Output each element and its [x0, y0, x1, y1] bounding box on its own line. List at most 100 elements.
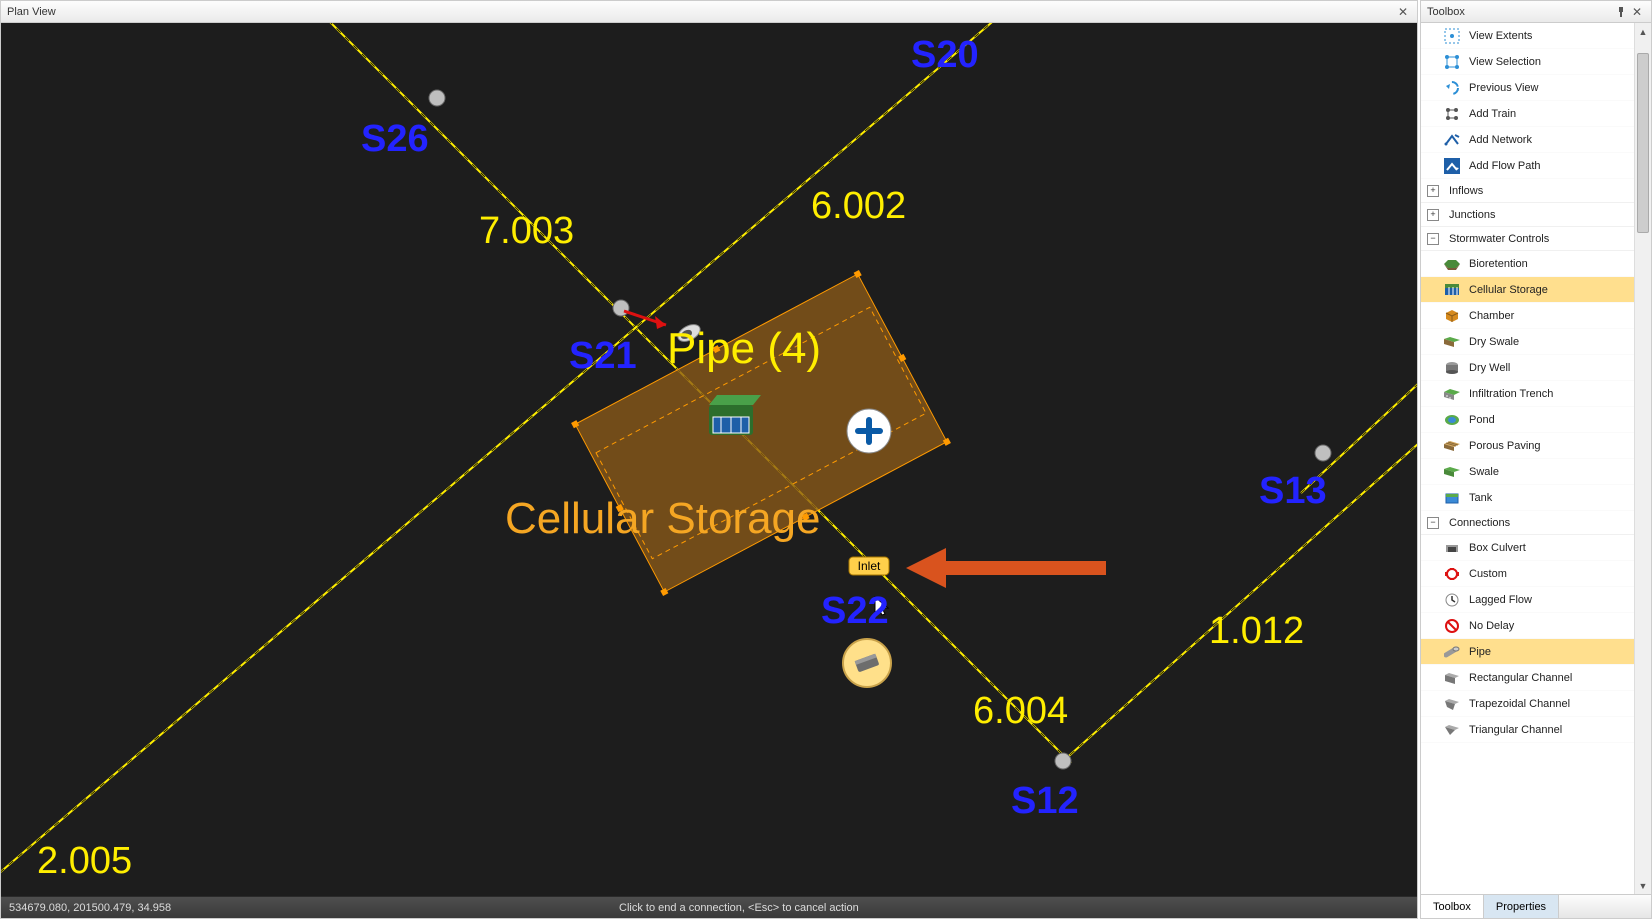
toolbox-item-view-extents[interactable]: View Extents [1421, 23, 1634, 49]
item-label: Rectangular Channel [1469, 672, 1572, 684]
add-network-icon [1443, 131, 1461, 149]
toolbox-item-previous-view[interactable]: Previous View [1421, 75, 1634, 101]
label-2005: 2.005 [37, 840, 132, 882]
swc-pond[interactable]: Pond [1421, 407, 1634, 433]
item-label: Add Network [1469, 134, 1532, 146]
scroll-up-icon[interactable]: ▲ [1635, 23, 1651, 40]
swc-swale[interactable]: Swale [1421, 459, 1634, 485]
scroll-thumb[interactable] [1637, 53, 1649, 233]
swc-cellular-storage[interactable]: Cellular Storage [1421, 277, 1634, 303]
tab-label: Toolbox [1433, 901, 1471, 913]
toolbox-title: Toolbox [1427, 6, 1613, 18]
group-label: Junctions [1449, 209, 1495, 221]
svg-text:Inlet: Inlet [858, 559, 881, 573]
toolbox-item-add-train[interactable]: Add Train [1421, 101, 1634, 127]
swc-dry-swale[interactable]: Dry Swale [1421, 329, 1634, 355]
tab-properties[interactable]: Properties [1484, 895, 1559, 918]
toolbox-pin-button[interactable] [1613, 4, 1629, 20]
toolbox-close-button[interactable]: ✕ [1629, 4, 1645, 20]
planview-titlebar: Plan View ✕ [1, 1, 1417, 23]
group-connections[interactable]: − Connections [1421, 511, 1634, 535]
rectangular-channel-icon [1443, 669, 1461, 687]
view-selection-icon [1443, 53, 1461, 71]
toolbox-body[interactable]: View Extents View Selection Previous Vie… [1421, 23, 1651, 894]
node-s13[interactable] [1315, 445, 1331, 461]
toolbox-item-add-network[interactable]: Add Network [1421, 127, 1634, 153]
item-label: View Extents [1469, 30, 1532, 42]
item-label: Bioretention [1469, 258, 1528, 270]
label-1012: 1.012 [1209, 610, 1304, 652]
label-s20: S20 [911, 34, 979, 76]
item-label: Previous View [1469, 82, 1539, 94]
item-label: No Delay [1469, 620, 1514, 632]
status-coords: 534679.080, 201500.479, 34.958 [9, 902, 619, 914]
add-train-icon [1443, 105, 1461, 123]
label-6004: 6.004 [973, 690, 1068, 732]
node-s12[interactable] [1055, 753, 1071, 769]
node-s21[interactable] [613, 300, 629, 316]
item-label: Add Flow Path [1469, 160, 1541, 172]
planview-close-button[interactable]: ✕ [1395, 4, 1411, 20]
label-s12: S12 [1011, 780, 1079, 822]
item-label: Custom [1469, 568, 1507, 580]
item-label: Cellular Storage [1469, 284, 1548, 296]
toolbox-scrollbar[interactable]: ▲ ▼ [1634, 23, 1651, 894]
no-delay-icon [1443, 617, 1461, 635]
item-label: Pond [1469, 414, 1495, 426]
group-inflows[interactable]: + Inflows [1421, 179, 1634, 203]
node-s26-upstream[interactable] [429, 90, 445, 106]
box-culvert-icon [1443, 539, 1461, 557]
swc-tank[interactable]: Tank [1421, 485, 1634, 511]
item-label: Lagged Flow [1469, 594, 1532, 606]
toolbox-item-view-selection[interactable]: View Selection [1421, 49, 1634, 75]
annotation-arrow-icon [906, 548, 1106, 588]
collapse-icon: − [1427, 517, 1439, 529]
item-label: View Selection [1469, 56, 1541, 68]
scroll-down-icon[interactable]: ▼ [1635, 877, 1651, 894]
conn-triangular-channel[interactable]: Triangular Channel [1421, 717, 1634, 743]
label-pipe4: Pipe (4) [667, 324, 821, 373]
conn-no-delay[interactable]: No Delay [1421, 613, 1634, 639]
conn-box-culvert[interactable]: Box Culvert [1421, 535, 1634, 561]
toolbox-tabs: Toolbox Properties [1421, 894, 1651, 918]
cellular-storage-icon [1443, 281, 1461, 299]
planview-canvas[interactable]: Inlet S26 S20 S21 S22 S12 S13 7.003 [1, 23, 1417, 896]
item-label: Dry Swale [1469, 336, 1519, 348]
conn-trapezoidal-channel[interactable]: Trapezoidal Channel [1421, 691, 1634, 717]
item-label: Infiltration Trench [1469, 388, 1553, 400]
status-message: Click to end a connection, <Esc> to canc… [619, 902, 1409, 914]
swc-bioretention[interactable]: Bioretention [1421, 251, 1634, 277]
trapezoidal-channel-icon [1443, 695, 1461, 713]
swc-porous-paving[interactable]: Porous Paving [1421, 433, 1634, 459]
bioretention-icon [1443, 255, 1461, 273]
group-stormwater-controls[interactable]: − Stormwater Controls [1421, 227, 1634, 251]
item-label: Add Train [1469, 108, 1516, 120]
inlet-badge[interactable]: Inlet [849, 557, 889, 575]
porous-paving-icon [1443, 437, 1461, 455]
label-s22: S22 [821, 590, 889, 632]
toolbox-titlebar: Toolbox ✕ [1421, 1, 1651, 23]
triangular-channel-icon [1443, 721, 1461, 739]
toolbox-item-add-flow-path[interactable]: Add Flow Path [1421, 153, 1634, 179]
conn-rectangular-channel[interactable]: Rectangular Channel [1421, 665, 1634, 691]
group-junctions[interactable]: + Junctions [1421, 203, 1634, 227]
tab-toolbox[interactable]: Toolbox [1421, 894, 1484, 918]
swc-chamber[interactable]: Chamber [1421, 303, 1634, 329]
item-label: Porous Paving [1469, 440, 1541, 452]
expand-icon: + [1427, 185, 1439, 197]
swc-infiltration-trench[interactable]: Infiltration Trench [1421, 381, 1634, 407]
conn-pipe[interactable]: Pipe [1421, 639, 1634, 665]
view-extents-icon [1443, 27, 1461, 45]
label-7003: 7.003 [479, 210, 574, 252]
conn-custom[interactable]: Custom [1421, 561, 1634, 587]
pond-icon [1443, 411, 1461, 429]
add-badge-icon[interactable] [847, 409, 891, 453]
status-bar: 534679.080, 201500.479, 34.958 Click to … [1, 896, 1417, 918]
item-label: Swale [1469, 466, 1499, 478]
swc-dry-well[interactable]: Dry Well [1421, 355, 1634, 381]
item-label: Tank [1469, 492, 1492, 504]
item-label: Triangular Channel [1469, 724, 1562, 736]
dry-swale-icon [1443, 333, 1461, 351]
junction-icon[interactable] [843, 639, 891, 687]
conn-lagged-flow[interactable]: Lagged Flow [1421, 587, 1634, 613]
